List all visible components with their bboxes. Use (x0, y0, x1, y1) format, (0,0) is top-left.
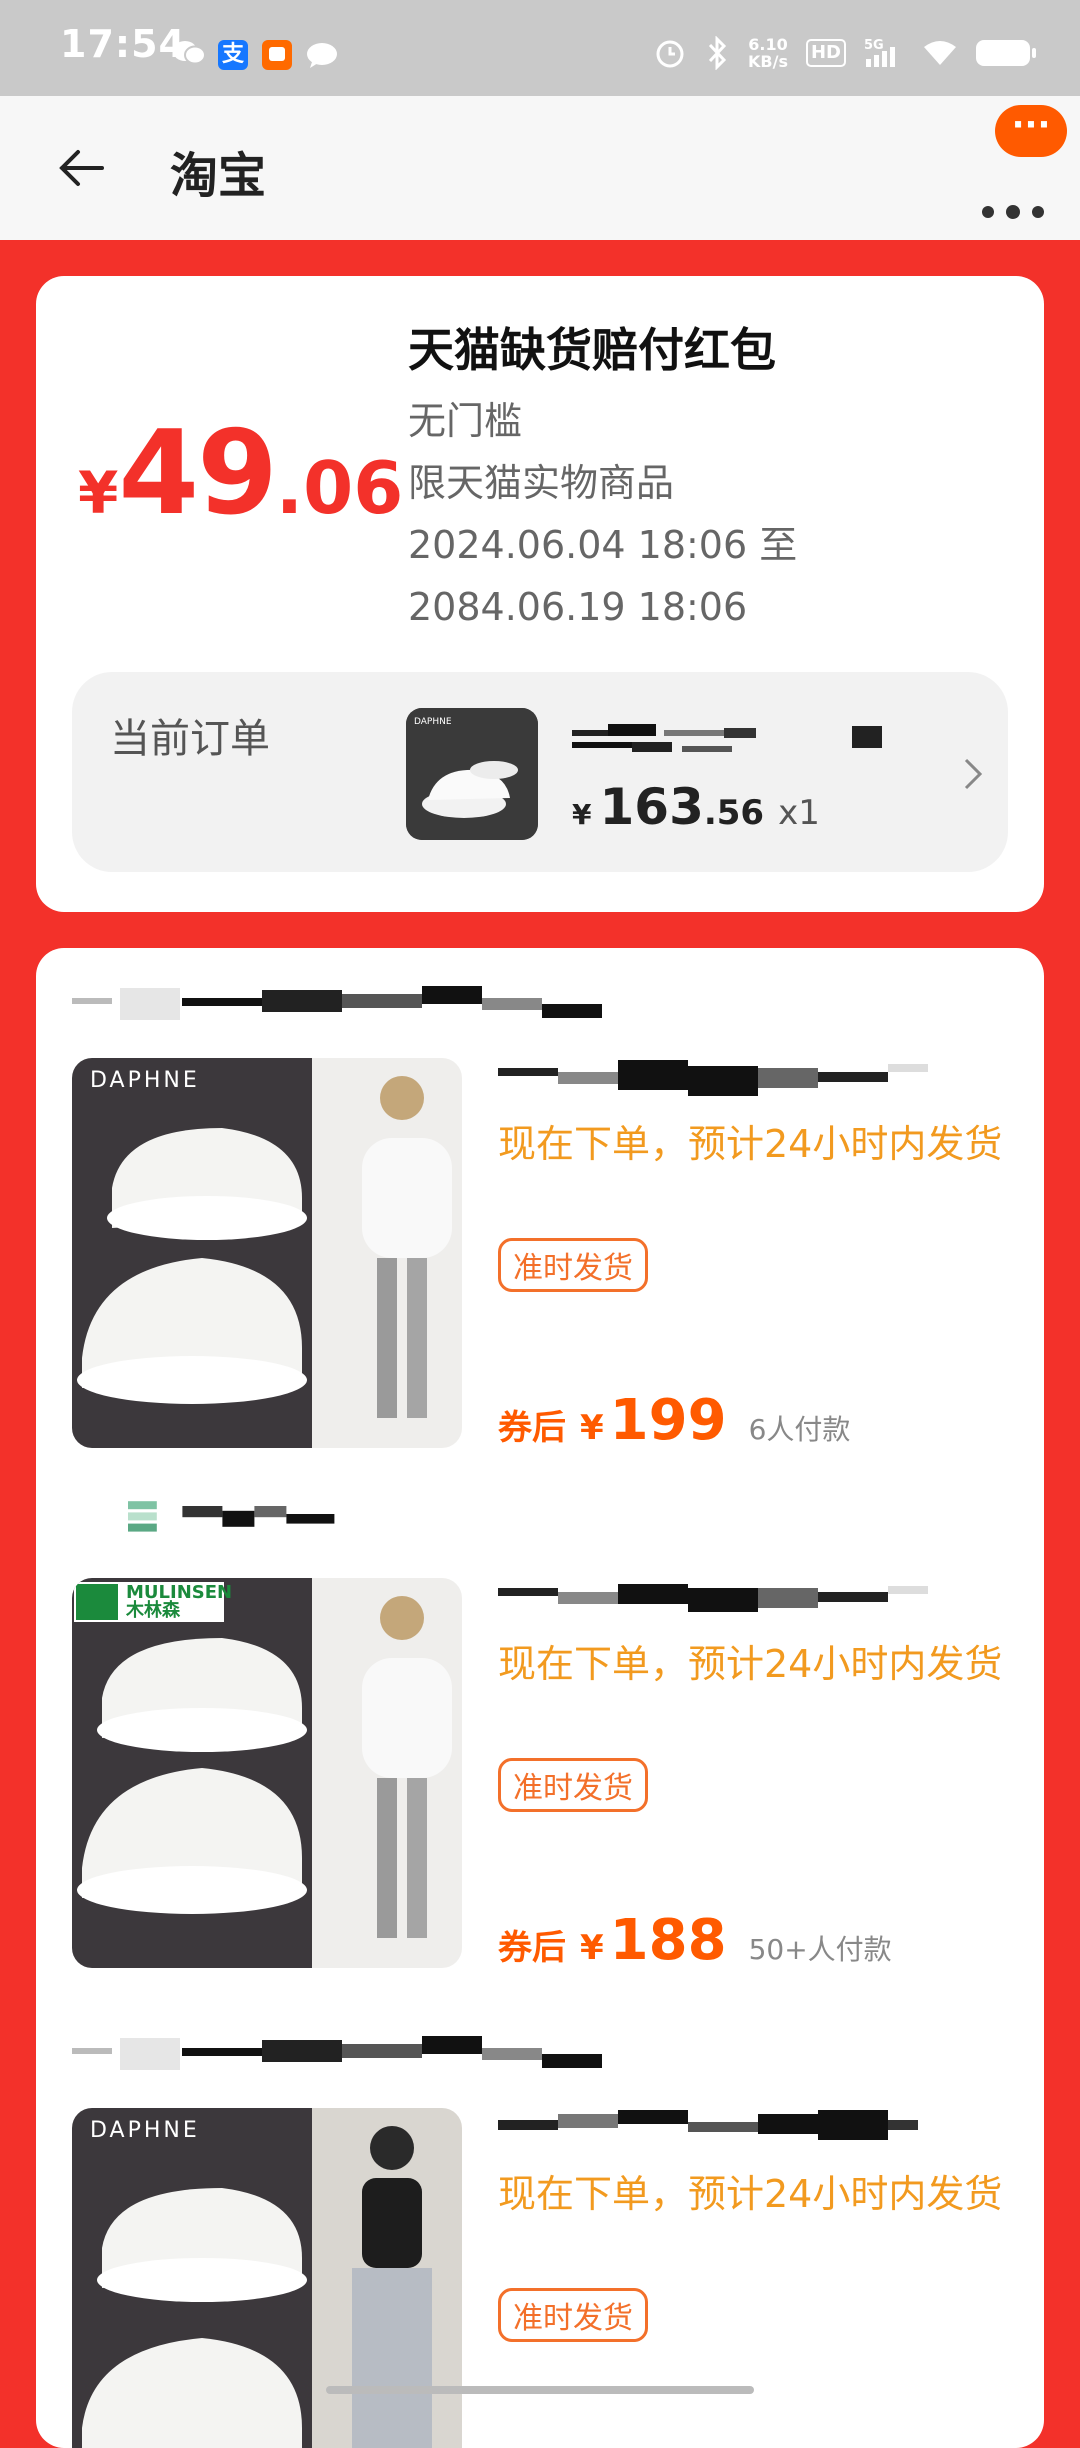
status-time: 17:54 (60, 22, 186, 66)
page-title: 淘宝 (170, 148, 267, 204)
product-image[interactable]: DAPHNE (72, 1058, 462, 1448)
shipping-promise-text: 现在下单，预计24小时内发货 (498, 1642, 1003, 1686)
order-price-integer: 163 (599, 778, 704, 836)
status-bar: 17:54 支 6.10 KB/s HD 5G (0, 0, 1080, 96)
product-title-redacted (498, 1584, 928, 1612)
shoe-image (72, 2108, 462, 2448)
svg-text:5G: 5G (864, 38, 884, 53)
coupon-valid-to: 2084.06.19 18:06 (408, 585, 748, 629)
buyers-count: 50+人付款 (748, 1933, 892, 1966)
order-product-thumbnail: DAPHNE (406, 708, 538, 840)
net-speed-unit: KB/s (748, 52, 788, 71)
product-brand-logo: MULINSEN 木林森 (126, 1582, 233, 1621)
product-brand-logo: DAPHNE (90, 1068, 200, 1093)
taobao-notification-icon (262, 40, 292, 70)
on-time-shipping-badge: 准时发货 (498, 2288, 648, 2342)
net-speed-value: 6.10 (748, 35, 788, 54)
shop-name-redacted (72, 986, 602, 1020)
floating-menu-button[interactable]: ··· (995, 105, 1067, 157)
home-indicator[interactable] (326, 2386, 754, 2394)
chevron-right-icon[interactable] (958, 750, 988, 798)
shoe-image (72, 1578, 462, 1968)
status-right-group: 6.10 KB/s HD 5G (654, 36, 1036, 70)
shoe-image (72, 1058, 462, 1448)
more-options-icon[interactable] (980, 200, 1050, 224)
product-brand-logo: DAPHNE (90, 2118, 200, 2143)
bluetooth-icon (708, 36, 727, 70)
order-price: ¥ 163 .56 x1 (572, 778, 820, 836)
product-title-redacted (498, 2110, 918, 2140)
product-image[interactable]: DAPHNE (72, 2108, 462, 2448)
product-item[interactable]: DAPHNE 现在下单，预计24小时内发货 准时发货 券后 ¥ 199 6人付款 (36, 948, 1044, 1468)
product-price-row: 券后 ¥ 199 6人付款 (498, 1388, 850, 1453)
product-image[interactable]: MULINSEN 木林森 (72, 1578, 462, 1968)
coupon-threshold: 无门槛 (408, 399, 523, 443)
hd-badge: HD (805, 39, 846, 67)
shoe-image: DAPHNE (406, 708, 538, 840)
coupon-valid-from: 2024.06.04 18:06 至 (408, 523, 798, 567)
shop-name-redacted (72, 2036, 602, 2070)
buyers-count: 6人付款 (748, 1413, 851, 1446)
after-coupon-label: 券后 (498, 1928, 566, 1968)
product-price: 188 (609, 1908, 727, 1973)
on-time-shipping-badge: 准时发货 (498, 1758, 648, 1812)
alarm-icon (656, 40, 684, 68)
product-item[interactable]: MULINSEN 木林森 现在下单，预计24小时内发货 准时发货 券后 ¥ 18… (36, 1468, 1044, 1988)
order-currency: ¥ (572, 798, 592, 831)
order-thumb-brand: DAPHNE (414, 717, 452, 727)
wechat-icon (173, 41, 206, 65)
coupon-title: 天猫缺货赔付红包 (408, 323, 776, 377)
top-navigation-bar: 淘宝 (0, 96, 1080, 240)
product-title-redacted (498, 1060, 928, 1096)
coupon-amount-decimal: .06 (275, 446, 404, 530)
order-quantity: x1 (778, 793, 820, 833)
coupon-card: ¥ 49 .06 天猫缺货赔付红包 无门槛 限天猫实物商品 2024.06.04… (36, 276, 1044, 912)
net-speed: 6.10 KB/s (748, 36, 788, 70)
after-coupon-label: 券后 (498, 1408, 566, 1448)
message-icon (307, 43, 337, 68)
coupon-currency: ¥ (78, 459, 119, 527)
shipping-promise-text: 现在下单，预计24小时内发货 (498, 2172, 1003, 2216)
product-item[interactable]: DAPHNE 现在下单，预计24小时内发货 准时发货 (36, 1998, 1044, 2448)
shop-name-redacted (128, 1501, 335, 1532)
coupon-amount: ¥ 49 .06 (78, 406, 403, 541)
coupon-amount-integer: 49 (118, 406, 277, 541)
recommended-products-list: DAPHNE 现在下单，预计24小时内发货 准时发货 券后 ¥ 199 6人付款 (36, 948, 1044, 2448)
order-product-name-redacted (572, 724, 882, 752)
coupon-scope: 限天猫实物商品 (408, 461, 675, 505)
current-order-label: 当前订单 (110, 716, 270, 762)
on-time-shipping-badge: 准时发货 (498, 1238, 648, 1292)
alipay-icon: 支 (218, 40, 248, 70)
product-price: 199 (609, 1388, 727, 1453)
battery-icon (976, 40, 1036, 66)
coupon-info: 天猫缺货赔付红包 无门槛 限天猫实物商品 2024.06.04 18:06 至 … (408, 314, 797, 638)
order-price-decimal: .56 (703, 793, 765, 833)
price-currency: ¥ (580, 1408, 604, 1448)
back-arrow-icon[interactable] (50, 136, 114, 200)
shipping-promise-text: 现在下单，预计24小时内发货 (498, 1122, 1003, 1166)
price-currency: ¥ (580, 1928, 604, 1968)
product-price-row: 券后 ¥ 188 50+人付款 (498, 1908, 892, 1973)
current-order-row[interactable]: 当前订单 DAPHNE ¥ 163 .56 x1 (72, 672, 1008, 872)
cellular-signal-icon: 5G (864, 38, 895, 67)
wifi-icon (924, 41, 956, 65)
